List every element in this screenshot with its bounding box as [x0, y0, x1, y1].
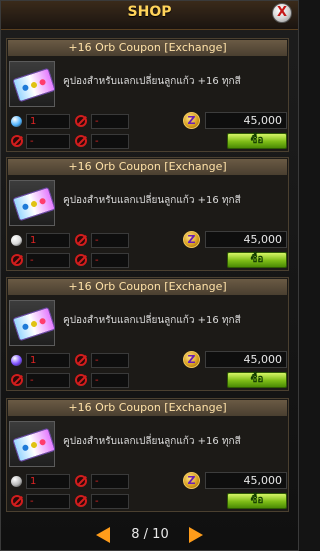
- coupon-ticket-art: [12, 306, 56, 342]
- item-card: +16 Orb Coupon [Exchange] คูปองสำหรับแลก…: [6, 398, 289, 512]
- coupon-icon[interactable]: [9, 61, 56, 107]
- orb-icon: [11, 235, 22, 246]
- forbidden-icon: [75, 354, 87, 366]
- orb-icon: [11, 116, 22, 127]
- pagination: 8 / 10: [1, 521, 298, 549]
- coupon-dot-pink: [38, 317, 47, 325]
- item-card: +16 Orb Coupon [Exchange] คูปองสำหรับแลก…: [6, 157, 289, 271]
- coupon-ticket-art: [12, 186, 56, 222]
- title-bar: SHOP X: [1, 1, 298, 30]
- zen-coin-icon: Z: [183, 112, 200, 129]
- coupon-dot-pink: [38, 438, 47, 446]
- orb-icon: [11, 476, 22, 487]
- quantity-field[interactable]: 1: [26, 114, 70, 129]
- slot-value: -: [26, 253, 70, 268]
- item-card: +16 Orb Coupon [Exchange] คูปองสำหรับแลก…: [6, 277, 289, 391]
- quantity-field[interactable]: 1: [26, 474, 70, 489]
- slot-value: -: [26, 494, 70, 509]
- coupon-dot-yellow: [30, 441, 38, 449]
- slot-value: -: [91, 253, 129, 268]
- coupon-dot-blue: [21, 203, 30, 211]
- slot-value: -: [91, 114, 129, 129]
- zen-coin-icon: Z: [183, 351, 200, 368]
- zen-coin-icon: Z: [183, 231, 200, 248]
- forbidden-icon: [75, 495, 87, 507]
- price-value: 45,000: [205, 351, 287, 368]
- forbidden-icon: [75, 115, 87, 127]
- coupon-ticket-art: [12, 427, 56, 463]
- forbidden-icon: [75, 374, 87, 386]
- coupon-dot-yellow: [30, 81, 38, 89]
- slot-value: -: [26, 373, 70, 388]
- forbidden-icon: [11, 374, 23, 386]
- quantity-field[interactable]: 1: [26, 353, 70, 368]
- quantity-field[interactable]: 1: [26, 233, 70, 248]
- item-description: คูปองสำหรับแลกเปลี่ยนลูกแก้ว +16 ทุกสี: [63, 436, 241, 447]
- slot-value: -: [91, 474, 129, 489]
- page-indicator: 8 / 10: [131, 527, 169, 542]
- slot-value: -: [91, 373, 129, 388]
- close-icon: X: [276, 5, 288, 20]
- coupon-dot-yellow: [30, 320, 38, 328]
- coupon-dot-pink: [38, 197, 47, 205]
- buy-button[interactable]: ซื้อ: [227, 252, 287, 268]
- arrow-right-icon[interactable]: [189, 527, 203, 543]
- forbidden-icon: [75, 234, 87, 246]
- item-description: คูปองสำหรับแลกเปลี่ยนลูกแก้ว +16 ทุกสี: [63, 195, 241, 206]
- forbidden-icon: [11, 135, 23, 147]
- zen-coin-icon: Z: [183, 472, 200, 489]
- coupon-dot-blue: [21, 444, 30, 452]
- slot-value: -: [91, 233, 129, 248]
- close-button[interactable]: X: [272, 3, 292, 23]
- buy-button[interactable]: ซื้อ: [227, 133, 287, 149]
- coupon-dot-pink: [38, 78, 47, 86]
- shop-window: SHOP X +16 Orb Coupon [Exchange] คูปองสำ…: [0, 0, 299, 551]
- slot-value: -: [91, 494, 129, 509]
- orb-icon: [11, 355, 22, 366]
- forbidden-icon: [75, 475, 87, 487]
- item-name: +16 Orb Coupon [Exchange]: [8, 400, 287, 416]
- arrow-left-icon[interactable]: [96, 527, 110, 543]
- forbidden-icon: [75, 254, 87, 266]
- coupon-icon[interactable]: [9, 180, 56, 226]
- coupon-dot-yellow: [30, 200, 38, 208]
- coupon-dot-blue: [21, 323, 30, 331]
- price-value: 45,000: [205, 231, 287, 248]
- coupon-ticket-art: [12, 67, 56, 103]
- item-name: +16 Orb Coupon [Exchange]: [8, 40, 287, 56]
- buy-button[interactable]: ซื้อ: [227, 493, 287, 509]
- coupon-icon[interactable]: [9, 421, 56, 467]
- forbidden-icon: [75, 135, 87, 147]
- item-name: +16 Orb Coupon [Exchange]: [8, 159, 287, 175]
- forbidden-icon: [11, 495, 23, 507]
- coupon-dot-blue: [21, 84, 30, 92]
- price-value: 45,000: [205, 472, 287, 489]
- forbidden-icon: [11, 254, 23, 266]
- slot-value: -: [91, 134, 129, 149]
- price-value: 45,000: [205, 112, 287, 129]
- slot-value: -: [91, 353, 129, 368]
- slot-value: -: [26, 134, 70, 149]
- coupon-icon[interactable]: [9, 300, 56, 346]
- shop-title: SHOP: [127, 4, 172, 20]
- item-name: +16 Orb Coupon [Exchange]: [8, 279, 287, 295]
- item-description: คูปองสำหรับแลกเปลี่ยนลูกแก้ว +16 ทุกสี: [63, 76, 241, 87]
- item-description: คูปองสำหรับแลกเปลี่ยนลูกแก้ว +16 ทุกสี: [63, 315, 241, 326]
- buy-button[interactable]: ซื้อ: [227, 372, 287, 388]
- item-card: +16 Orb Coupon [Exchange] คูปองสำหรับแลก…: [6, 38, 289, 152]
